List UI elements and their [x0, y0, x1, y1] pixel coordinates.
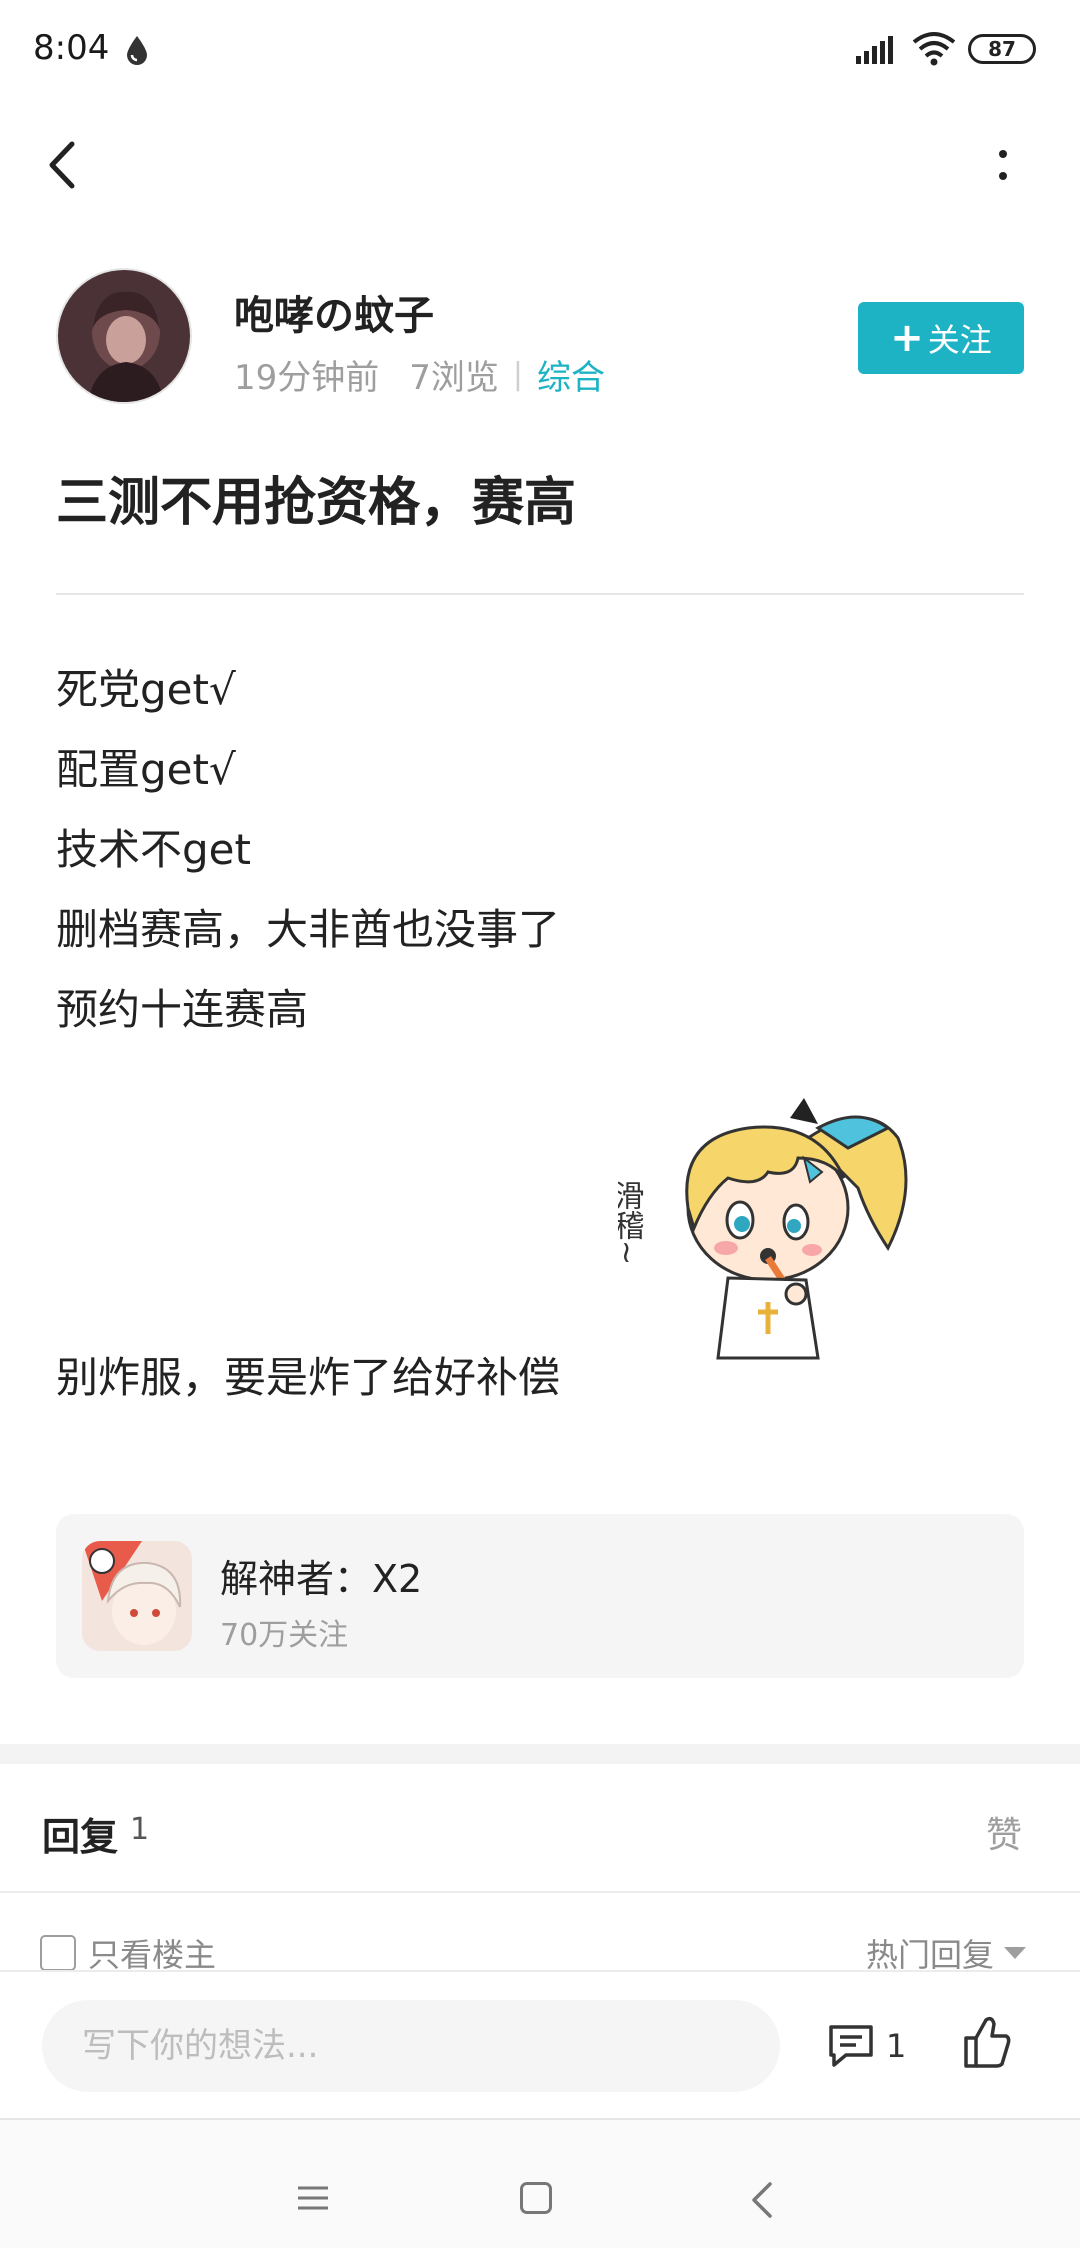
plus-icon: + — [890, 315, 924, 361]
game-icon — [82, 1541, 192, 1651]
dropdown-arrow-icon — [1004, 1947, 1027, 1959]
status-time: 8:04 — [33, 28, 110, 68]
post-detail-screen: 8:04 87 咆哮の蚊子 19分钟前 7浏览 | 综合 + 关注 三测不用抢资… — [0, 0, 1080, 2248]
post-meta: 19分钟前 7浏览 | 综合 — [234, 350, 605, 399]
game-name: 解神者：X2 — [220, 1557, 423, 1601]
body-line: 预约十连赛高 — [56, 985, 309, 1034]
game-card[interactable]: 解神者：X2 70万关注 — [56, 1514, 1024, 1678]
post-body: 死党get√ 配置get√ 技术不get 删档赛高，大非酋也没事了 预约十连赛高 — [56, 650, 956, 1050]
recents-menu-icon[interactable] — [296, 2184, 330, 2212]
body-line: 死党get√ — [56, 665, 236, 714]
author-avatar[interactable] — [56, 268, 192, 404]
back-arrow-icon[interactable] — [38, 136, 86, 194]
comment-count: 1 — [886, 2027, 907, 2065]
like-icon[interactable] — [962, 2014, 1012, 2070]
reply-count: 1 — [130, 1812, 150, 1847]
body-line: 删档赛高，大非酋也没事了 — [56, 905, 561, 954]
comment-icon — [829, 2025, 873, 2067]
signal-icon — [856, 36, 893, 64]
likes-tab[interactable]: 赞 — [986, 1806, 1022, 1858]
system-back-icon[interactable] — [750, 2180, 774, 2220]
comment-button[interactable]: 1 — [826, 2016, 926, 2076]
sticker-image: 滑稽~ — [618, 1098, 908, 1360]
replies-tab[interactable]: 回复 — [42, 1806, 118, 1861]
checkbox-icon — [40, 1935, 76, 1971]
avatar-image — [58, 270, 190, 402]
post-title: 三测不用抢资格，赛高 — [56, 473, 577, 533]
author-name[interactable]: 咆哮の蚊子 — [234, 283, 434, 341]
wifi-icon — [912, 32, 956, 66]
post-time: 19分钟前 — [234, 358, 380, 398]
view-count: 7浏览 — [409, 358, 499, 398]
section-gap — [0, 1744, 1080, 1764]
replies-divider — [0, 1891, 1080, 1893]
game-followers: 70万关注 — [220, 1618, 349, 1653]
body-line: 技术不get — [56, 825, 251, 874]
water-drop-icon — [127, 36, 147, 65]
system-navigation-bar — [0, 2120, 1080, 2248]
home-square-icon[interactable] — [520, 2182, 552, 2214]
comment-input[interactable]: 写下你的想法... — [42, 2000, 780, 2092]
battery-indicator: 87 — [968, 34, 1036, 64]
sticker-text: 滑稽~ — [618, 1180, 645, 1265]
body-last-line: 别炸服，要是炸了给好补偿 — [56, 1353, 561, 1402]
body-line: 配置get√ — [56, 745, 236, 794]
category-link[interactable]: 综合 — [537, 350, 605, 399]
follow-button[interactable]: + 关注 — [858, 302, 1024, 374]
more-options-icon[interactable] — [988, 140, 1018, 190]
meta-separator: | — [512, 357, 524, 392]
follow-label: 关注 — [927, 321, 992, 359]
title-divider — [56, 593, 1024, 595]
status-bar: 8:04 87 — [0, 0, 1080, 100]
comment-bar: 写下你的想法... 1 — [0, 1970, 1080, 2118]
